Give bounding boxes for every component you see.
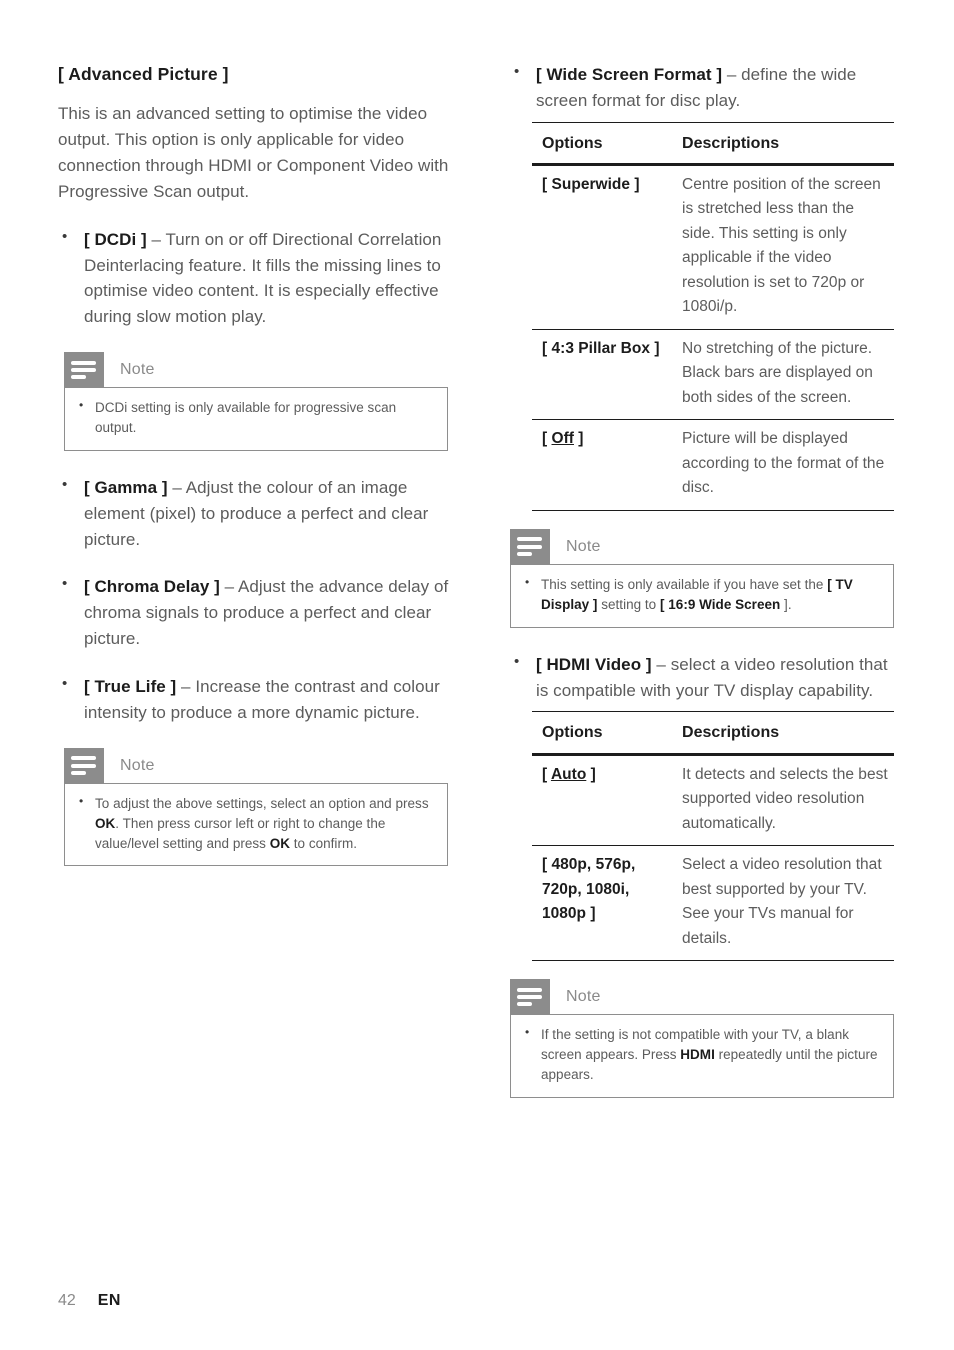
list-item: [ True Life ] – Increase the contrast an… — [58, 673, 450, 726]
bullet-dash: – — [726, 65, 737, 84]
bullet-term: [ Gamma ] — [84, 477, 168, 497]
left-column: [ Advanced Picture ] This is an advanced… — [58, 62, 450, 890]
note-body: To adjust the above settings, select an … — [64, 782, 448, 867]
table-row: [ 4:3 Pillar Box ] No stretching of the … — [532, 329, 894, 421]
list-item: [ Chroma Delay ] – Adjust the advance de… — [58, 573, 450, 651]
column-header-options: Options — [532, 121, 672, 166]
note-lines-icon — [64, 747, 104, 784]
wide-screen-format-table: Options Descriptions [ Superwide ] Centr… — [532, 121, 894, 511]
note-label: Note — [566, 537, 601, 555]
manual-page: [ Advanced Picture ] This is an advanced… — [0, 0, 954, 1350]
note-body: This setting is only available if you ha… — [510, 563, 894, 628]
bullet-dash: – — [181, 676, 191, 696]
bullet-dash: – — [172, 477, 182, 497]
note-label: Note — [566, 987, 601, 1005]
hdmi-video-table: Options Descriptions [ Auto ] It detects… — [532, 711, 894, 961]
intro-paragraph: This is an advanced setting to optimise … — [58, 104, 449, 201]
note-header: Note — [64, 747, 448, 784]
option-name: [ 480p, 576p, 720p, 1080i, 1080p ] — [532, 845, 672, 961]
table-row: [ Superwide ] Centre position of the scr… — [532, 164, 894, 330]
bullet-dash: – — [656, 654, 666, 674]
note-text-part: setting to — [597, 596, 660, 612]
list-item: [ HDMI Video ] – select a video resoluti… — [510, 651, 902, 704]
note-text-part: This setting is only available if you ha… — [541, 576, 828, 592]
column-header-options: Options — [532, 711, 672, 756]
option-description: Select a video resolution that best supp… — [672, 845, 894, 961]
note-text: To adjust the above settings, select an … — [77, 793, 433, 854]
note-body: If the setting is not compatible with yo… — [510, 1013, 894, 1098]
setting-value: [ 16:9 Wide Screen — [659, 596, 781, 612]
note-text: This setting is only available if you ha… — [523, 574, 879, 615]
option-description: Picture will be displayed according to t… — [672, 419, 894, 511]
list-item: [ Gamma ] – Adjust the colour of an imag… — [58, 474, 450, 552]
page-language: EN — [97, 1292, 121, 1309]
option-name: [ Superwide ] — [532, 164, 672, 330]
option-description: No stretching of the picture. Black bars… — [672, 329, 894, 421]
page-footer: 42 EN — [58, 1292, 121, 1310]
list-item: [ DCDi ] – Turn on or off Directional Co… — [58, 226, 450, 330]
key-label: OK — [95, 815, 116, 831]
note-box-hdmi: Note If the setting is not compatible wi… — [510, 978, 894, 1098]
note-text-part: ]. — [780, 596, 792, 612]
table-row: [ 480p, 576p, 720p, 1080i, 1080p ] Selec… — [532, 845, 894, 961]
right-column: [ Wide Screen Format ] – define the wide… — [510, 61, 902, 1122]
key-label: HDMI — [680, 1046, 715, 1062]
note-box-wide-screen: Note This setting is only available if y… — [510, 528, 894, 628]
note-lines-icon — [510, 528, 550, 565]
table-row: [ Off ] Picture will be displayed accord… — [532, 419, 894, 511]
note-text-part: To adjust the above settings, select an … — [95, 795, 429, 811]
table-row: [ Auto ] It detects and selects the best… — [532, 754, 894, 847]
note-body: DCDi setting is only available for progr… — [64, 387, 448, 451]
option-name: [ Off ] — [532, 419, 672, 511]
section-heading: [ Advanced Picture ] — [58, 64, 229, 84]
note-text-part: to confirm. — [290, 835, 358, 851]
bullet-dash: – — [224, 577, 235, 597]
bullet-dash: – — [151, 229, 162, 249]
option-name: [ Auto ] — [532, 754, 672, 847]
bullet-term: [ Chroma Delay ] — [84, 577, 220, 597]
column-header-descriptions: Descriptions — [672, 121, 894, 166]
note-box-adjust: Note To adjust the above settings, selec… — [64, 747, 448, 867]
note-header: Note — [510, 528, 894, 565]
default-option-underline: Off — [551, 430, 574, 448]
note-text: If the setting is not compatible with yo… — [523, 1024, 879, 1085]
note-box-dcdi: Note DCDi setting is only available for … — [64, 352, 448, 451]
note-label: Note — [120, 756, 155, 774]
option-description: It detects and selects the best supporte… — [672, 754, 894, 847]
page-number: 42 — [58, 1292, 76, 1309]
key-label: OK — [269, 835, 290, 851]
column-header-descriptions: Descriptions — [672, 711, 894, 756]
note-lines-icon — [510, 978, 550, 1015]
bullet-term: [ True Life ] — [84, 676, 177, 696]
option-name: [ 4:3 Pillar Box ] — [532, 329, 672, 421]
note-header: Note — [64, 352, 448, 388]
table-header-row: Options Descriptions — [532, 711, 894, 756]
table-header-row: Options Descriptions — [532, 121, 894, 166]
option-description: Centre position of the screen is stretch… — [672, 164, 894, 330]
bullet-term: [ Wide Screen Format ] — [536, 65, 723, 84]
note-header: Note — [510, 978, 894, 1015]
note-label: Note — [120, 361, 155, 378]
bullet-term: [ DCDi ] — [84, 229, 147, 249]
default-option-underline: Auto — [550, 765, 587, 783]
bullet-term: [ HDMI Video ] — [536, 654, 652, 674]
list-item: [ Wide Screen Format ] – define the wide… — [510, 61, 902, 114]
note-lines-icon — [64, 352, 104, 388]
note-text: DCDi setting is only available for progr… — [77, 397, 433, 438]
